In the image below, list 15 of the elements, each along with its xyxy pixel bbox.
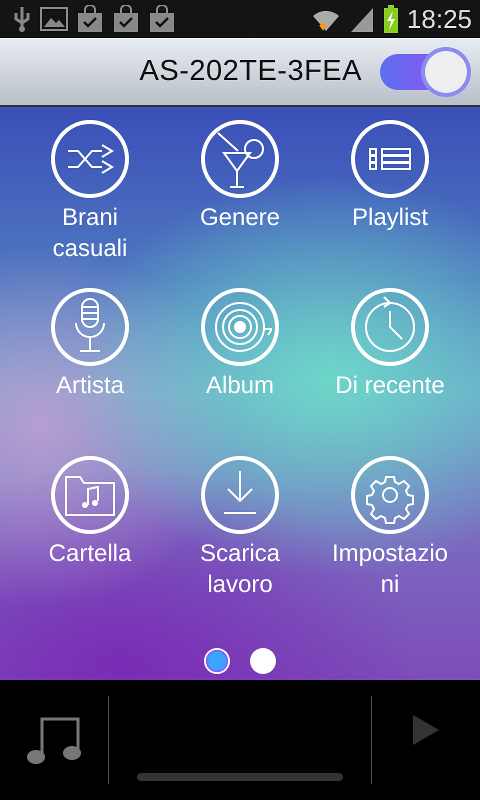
- shopping-bag-icon: [148, 5, 176, 33]
- device-name: AS-202TE-3FEA: [140, 55, 362, 88]
- page-indicator-dot[interactable]: [204, 648, 230, 674]
- clock-time: 18:25: [406, 4, 472, 34]
- usb-icon: [12, 5, 32, 33]
- music-note-icon[interactable]: [26, 715, 82, 765]
- page-indicator-dot[interactable]: [250, 648, 276, 674]
- shopping-bag-icon: [76, 5, 104, 33]
- menu-item[interactable]: Brani casuali: [28, 120, 152, 264]
- menu-item[interactable]: Scarica lavoro: [178, 456, 302, 600]
- signal-icon: [348, 6, 375, 32]
- shopping-bag-icon: [112, 5, 140, 33]
- menu-item[interactable]: Impostazioni: [328, 456, 452, 600]
- image-icon: [40, 6, 68, 32]
- battery-charging-icon: [382, 5, 399, 33]
